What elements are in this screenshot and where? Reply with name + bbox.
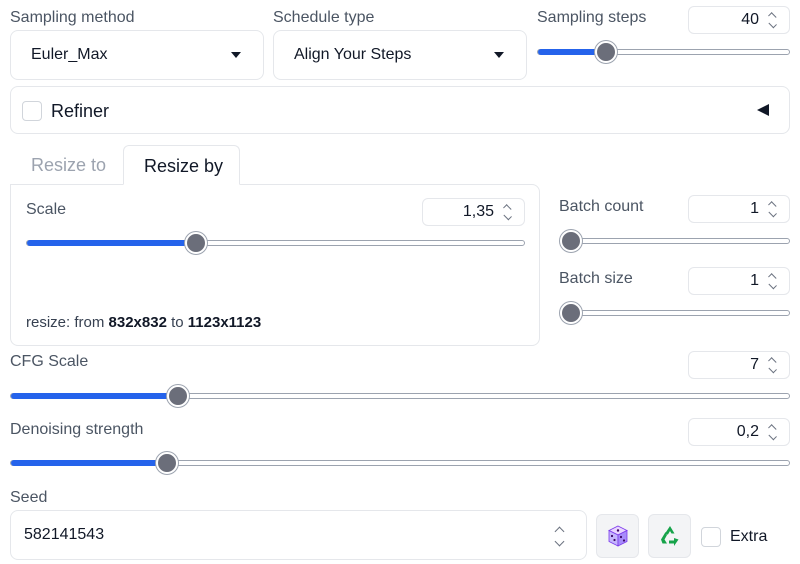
caret-down-icon (494, 52, 504, 58)
slider-thumb[interactable] (184, 232, 207, 254)
slider-thumb[interactable] (594, 41, 617, 63)
batch-count-slider[interactable] (560, 230, 790, 252)
denoising-strength-label: Denoising strength (10, 421, 144, 438)
tab-resize-to[interactable]: Resize to (31, 155, 106, 176)
sampling-method-dropdown[interactable]: Euler_Max (10, 30, 264, 80)
random-seed-button[interactable] (596, 514, 639, 558)
resize-to-size: 1123x1123 (187, 314, 262, 331)
refiner-panel[interactable]: Refiner (10, 86, 790, 134)
resize-info: resize: from 832x832 to 1123x1123 (26, 314, 261, 331)
refiner-label: Refiner (51, 101, 110, 121)
slider-thumb[interactable] (560, 302, 582, 324)
denoising-strength-slider[interactable] (10, 452, 790, 474)
batch-size-slider[interactable] (560, 302, 790, 324)
sampling-steps-label: Sampling steps (537, 9, 647, 26)
extra-label: Extra (730, 528, 768, 545)
sampling-steps-input[interactable]: 40 (688, 6, 790, 34)
sampling-steps-slider[interactable] (537, 41, 790, 63)
seed-input[interactable]: 582141543 (10, 510, 587, 560)
scale-input[interactable]: 1,35 (422, 198, 525, 226)
scale-label: Scale (26, 201, 67, 218)
seed-value: 582141543 (24, 526, 105, 543)
cfg-scale-input[interactable]: 7 (688, 351, 790, 379)
scale-value: 1,35 (462, 203, 494, 220)
recycle-icon (660, 526, 678, 546)
spinner-icon[interactable] (763, 356, 781, 374)
resize-from-size: 832x832 (108, 314, 167, 331)
caret-down-icon (231, 52, 241, 58)
slider-thumb[interactable] (155, 452, 178, 474)
extra-checkbox[interactable] (701, 527, 721, 547)
spinner-icon[interactable] (498, 203, 516, 221)
spinner-icon[interactable] (763, 200, 781, 218)
batch-count-label: Batch count (559, 198, 644, 215)
resize-info-prefix: resize: from (26, 314, 109, 331)
batch-size-input[interactable]: 1 (688, 267, 790, 295)
spinner-icon[interactable] (763, 272, 781, 290)
spinner-icon[interactable] (763, 11, 781, 29)
slider-fill (27, 240, 196, 246)
spinner-icon[interactable] (763, 423, 781, 441)
triangle-left-icon[interactable] (756, 103, 770, 117)
slider-thumb[interactable] (560, 230, 582, 252)
schedule-type-value: Align Your Steps (294, 46, 412, 63)
batch-count-value: 1 (750, 200, 759, 217)
sampling-steps-value: 40 (741, 11, 759, 28)
denoising-strength-input[interactable]: 0,2 (688, 418, 790, 446)
dice-icon (607, 525, 628, 547)
schedule-type-label: Schedule type (273, 9, 375, 26)
cfg-scale-value: 7 (750, 356, 759, 373)
slider-fill (11, 460, 167, 466)
slider-thumb[interactable] (167, 385, 190, 407)
slider-fill (11, 393, 179, 399)
cfg-scale-label: CFG Scale (10, 353, 89, 370)
tab-resize-by[interactable]: Resize by (123, 145, 240, 185)
resize-info-mid: to (166, 314, 188, 331)
denoising-strength-value: 0,2 (736, 423, 759, 440)
batch-count-input[interactable]: 1 (688, 195, 790, 223)
spinner-icon[interactable] (550, 523, 568, 549)
refiner-checkbox[interactable] (22, 101, 42, 121)
cfg-scale-slider[interactable] (10, 385, 790, 407)
seed-label: Seed (10, 489, 48, 506)
scale-slider[interactable] (26, 232, 525, 254)
reuse-seed-button[interactable] (648, 514, 691, 558)
resize-panel: Scale 1,35 resize: from 832x832 to 1123x… (10, 184, 540, 346)
batch-size-value: 1 (750, 272, 759, 289)
tab-resize-by-label: Resize by (144, 156, 224, 176)
batch-size-label: Batch size (559, 270, 633, 287)
sampling-method-label: Sampling method (10, 9, 135, 26)
sampling-method-value: Euler_Max (31, 46, 108, 63)
schedule-type-dropdown[interactable]: Align Your Steps (273, 30, 527, 80)
